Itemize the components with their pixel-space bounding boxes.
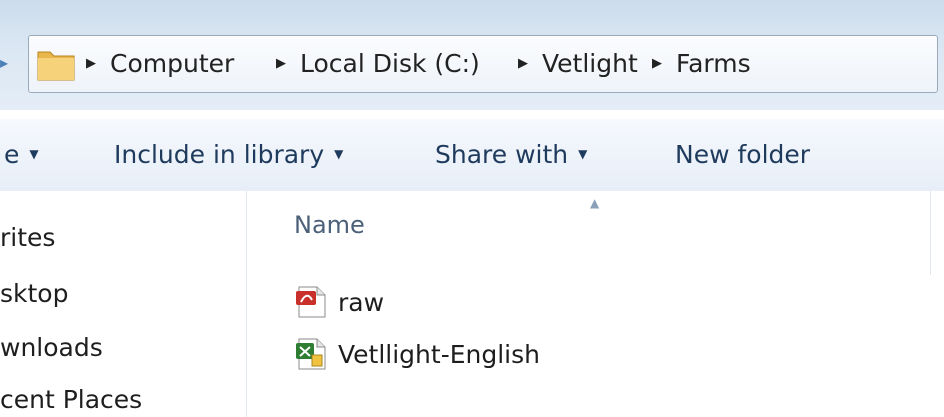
breadcrumb-separator-icon[interactable]: ▶ (652, 56, 662, 71)
chevron-down-icon[interactable]: ▼ (29, 147, 38, 161)
share-with-label[interactable]: Share with (435, 140, 568, 169)
breadcrumb-separator-icon[interactable]: ▶ (276, 56, 286, 71)
breadcrumb-label[interactable]: Vetlight (542, 49, 638, 78)
chevron-down-icon[interactable]: ▼ (334, 147, 343, 161)
nav-item-label[interactable]: sktop (0, 279, 68, 308)
column-header-name[interactable]: Name (294, 206, 365, 244)
column-divider[interactable] (930, 191, 931, 275)
nav-item-downloads[interactable]: wnloads (0, 330, 103, 364)
nav-item-favorites[interactable]: rites (0, 220, 55, 254)
nav-item-label[interactable]: cent Places (0, 385, 142, 414)
breadcrumb-computer[interactable]: ▶ Computer (86, 44, 234, 82)
include-in-library-button[interactable]: Include in library ▼ (114, 136, 343, 172)
file-row-vetllight-english[interactable]: Vetllight-English (296, 334, 540, 374)
back-arrow-icon[interactable]: ▸ (0, 52, 16, 74)
column-header-label[interactable]: Name (294, 211, 365, 239)
nav-item-desktop[interactable]: sktop (0, 276, 68, 310)
nav-item-label[interactable]: rites (0, 223, 55, 252)
breadcrumb-label[interactable]: Local Disk (C:) (300, 49, 480, 78)
breadcrumb-separator-icon[interactable]: ▶ (86, 56, 96, 71)
nav-item-recent-places[interactable]: cent Places (0, 382, 142, 416)
chevron-down-icon[interactable]: ▼ (578, 147, 587, 161)
include-in-library-label[interactable]: Include in library (114, 140, 324, 169)
breadcrumb-label[interactable]: Computer (110, 49, 234, 78)
nav-item-label[interactable]: wnloads (0, 333, 103, 362)
pdf-file-icon (296, 286, 326, 318)
breadcrumb-label[interactable]: Farms (676, 49, 751, 78)
file-name[interactable]: Vetllight-English (338, 340, 540, 369)
new-folder-button[interactable]: New folder (675, 136, 810, 172)
breadcrumb-farms[interactable]: ▶ Farms (652, 44, 751, 82)
organize-label[interactable]: e (4, 140, 19, 169)
file-name[interactable]: raw (338, 288, 384, 317)
breadcrumb-separator-icon[interactable]: ▶ (518, 56, 528, 71)
sort-ascending-icon: ▲ (590, 196, 600, 210)
breadcrumb-vetlight[interactable]: ▶ Vetlight (518, 44, 638, 82)
spreadsheet-file-icon (296, 338, 326, 370)
organize-button[interactable]: e ▼ (4, 136, 39, 172)
folder-icon (37, 51, 75, 81)
breadcrumb-local-disk[interactable]: ▶ Local Disk (C:) (276, 44, 480, 82)
share-with-button[interactable]: Share with ▼ (435, 136, 587, 172)
file-row-raw[interactable]: raw (296, 282, 384, 322)
new-folder-label[interactable]: New folder (675, 140, 810, 169)
